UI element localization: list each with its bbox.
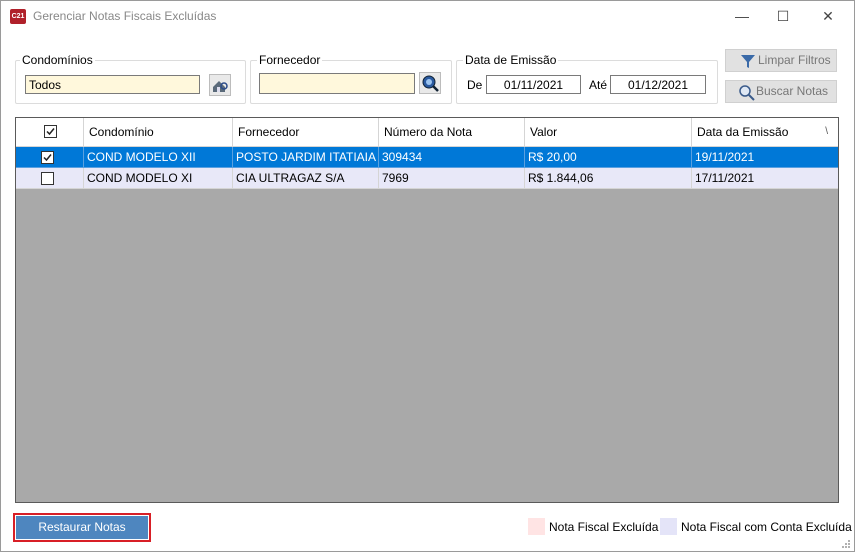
cell-numero: 7969 <box>379 168 525 189</box>
cell-valor: R$ 1.844,06 <box>525 168 692 189</box>
main-window: C21 Gerenciar Notas Fiscais Excluídas — … <box>0 0 855 552</box>
clear-filters-label: Limpar Filtros <box>758 53 831 67</box>
grid-header: Condomínio Fornecedor Número da Nota Val… <box>16 118 838 147</box>
cell-numero: 309434 <box>379 147 525 168</box>
check-icon <box>46 128 55 136</box>
maximize-button[interactable]: ☐ <box>768 5 798 27</box>
close-button[interactable]: ✕ <box>813 5 843 27</box>
cell-data: 17/11/2021 <box>692 168 838 189</box>
restore-button-highlight: Restaurar Notas <box>13 513 151 542</box>
condominio-search-button[interactable] <box>209 74 231 96</box>
minimize-button[interactable]: — <box>727 5 757 27</box>
resize-grip-icon[interactable] <box>839 537 851 549</box>
cell-condominio: COND MODELO XI <box>84 168 233 189</box>
row-checkbox-cell[interactable] <box>16 168 84 189</box>
date-from-input[interactable]: 01/11/2021 <box>486 75 581 94</box>
building-icon <box>213 81 228 92</box>
table-row[interactable]: COND MODELO XI CIA ULTRAGAZ S/A 7969 R$ … <box>16 168 838 189</box>
fornecedor-search-button[interactable] <box>419 72 441 94</box>
select-all-checkbox[interactable] <box>44 125 57 138</box>
select-all-header[interactable] <box>16 118 84 146</box>
window-title: Gerenciar Notas Fiscais Excluídas <box>33 9 217 23</box>
col-numero-nota[interactable]: Número da Nota <box>379 118 525 146</box>
cell-condominio: COND MODELO XII <box>84 147 233 168</box>
col-valor[interactable]: Valor <box>525 118 692 146</box>
row-checkbox[interactable] <box>41 172 54 185</box>
legend-excluida-label: Nota Fiscal Excluída <box>549 520 659 534</box>
col-data-emissao-label: Data da Emissão <box>697 125 789 139</box>
search-icon <box>739 85 755 101</box>
legend-conta-label: Nota Fiscal com Conta Excluída <box>681 520 852 534</box>
cell-fornecedor: CIA ULTRAGAZ S/A <box>233 168 379 189</box>
magnifier-icon <box>422 75 439 92</box>
check-icon <box>43 154 52 162</box>
filter-icon <box>741 55 755 68</box>
row-checkbox-cell[interactable] <box>16 147 84 168</box>
cell-valor: R$ 20,00 <box>525 147 692 168</box>
col-condominio[interactable]: Condomínio <box>84 118 233 146</box>
sort-indicator-icon: \ <box>825 126 828 137</box>
legend-conta-swatch <box>660 518 677 535</box>
restore-notes-button[interactable]: Restaurar Notas <box>16 516 148 539</box>
search-notes-button[interactable]: Buscar Notas <box>725 80 837 103</box>
title-bar: C21 Gerenciar Notas Fiscais Excluídas — … <box>1 1 854 31</box>
row-checkbox[interactable] <box>41 151 54 164</box>
cell-data: 19/11/2021 <box>692 147 838 168</box>
condominios-input[interactable]: Todos <box>25 75 200 94</box>
fornecedor-input[interactable] <box>259 73 415 94</box>
col-fornecedor[interactable]: Fornecedor <box>233 118 379 146</box>
date-to-input[interactable]: 01/12/2021 <box>610 75 706 94</box>
ate-label: Até <box>589 78 608 92</box>
de-label: De <box>467 78 483 92</box>
fornecedor-label: Fornecedor <box>257 53 323 67</box>
search-notes-label: Buscar Notas <box>756 84 829 98</box>
cell-fornecedor: POSTO JARDIM ITATIAIA ... <box>233 147 379 168</box>
clear-filters-button[interactable]: Limpar Filtros <box>725 49 837 72</box>
condominios-label: Condomínios <box>20 53 95 67</box>
legend-excluida-swatch <box>528 518 545 535</box>
col-data-emissao[interactable]: Data da Emissão \ <box>692 118 838 146</box>
table-row[interactable]: COND MODELO XII POSTO JARDIM ITATIAIA ..… <box>16 147 838 168</box>
app-icon: C21 <box>10 9 26 24</box>
data-emissao-label: Data de Emissão <box>463 53 559 67</box>
notes-grid: Condomínio Fornecedor Número da Nota Val… <box>15 117 839 503</box>
